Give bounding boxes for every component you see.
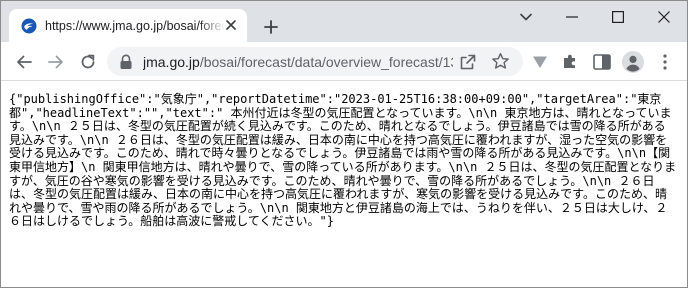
forward-arrow-icon[interactable] — [43, 49, 69, 75]
jma-favicon-icon — [21, 18, 37, 33]
extensions-puzzle-icon[interactable] — [557, 49, 583, 75]
back-arrow-icon[interactable] — [11, 49, 37, 75]
address-bar[interactable]: jma.go.jp/bosai/forecast/data/overview_f… — [107, 47, 523, 76]
side-panel-icon[interactable] — [589, 49, 615, 75]
new-tab-plus-icon[interactable] — [259, 15, 283, 39]
active-tab[interactable]: https://www.jma.go.jp/bosai/forecast/dat… — [9, 9, 247, 42]
lock-icon[interactable] — [119, 54, 133, 70]
extension-v-icon[interactable] — [527, 49, 553, 75]
maximize-icon[interactable] — [595, 1, 641, 33]
profile-icon[interactable] — [620, 49, 646, 75]
tab-strip: https://www.jma.go.jp/bosai/forecast/dat… — [1, 1, 687, 42]
page-content: {"publishingOffice":"気象庁","reportDatetim… — [1, 81, 687, 287]
browser-window: https://www.jma.go.jp/bosai/forecast/dat… — [0, 0, 688, 288]
url-host: jma.go.jp — [143, 54, 200, 70]
chevron-down-icon[interactable] — [503, 1, 549, 33]
reload-icon[interactable] — [75, 49, 101, 75]
minimize-icon[interactable] — [549, 1, 595, 33]
url-path: /bosai/forecast/data/overview_forecast/1… — [199, 54, 453, 70]
browser-toolbar: jma.go.jp/bosai/forecast/data/overview_f… — [1, 42, 687, 81]
menu-dots-icon[interactable] — [652, 49, 678, 75]
url-text[interactable]: jma.go.jp/bosai/forecast/data/overview_f… — [143, 53, 453, 71]
close-icon[interactable] — [641, 1, 687, 33]
share-icon[interactable] — [459, 53, 477, 71]
star-icon[interactable] — [491, 52, 510, 71]
close-tab-icon[interactable] — [223, 17, 239, 33]
json-response-text: {"publishingOffice":"気象庁","reportDatetim… — [9, 92, 677, 229]
tab-title: https://www.jma.go.jp/bosai/forecast/dat… — [45, 18, 225, 33]
